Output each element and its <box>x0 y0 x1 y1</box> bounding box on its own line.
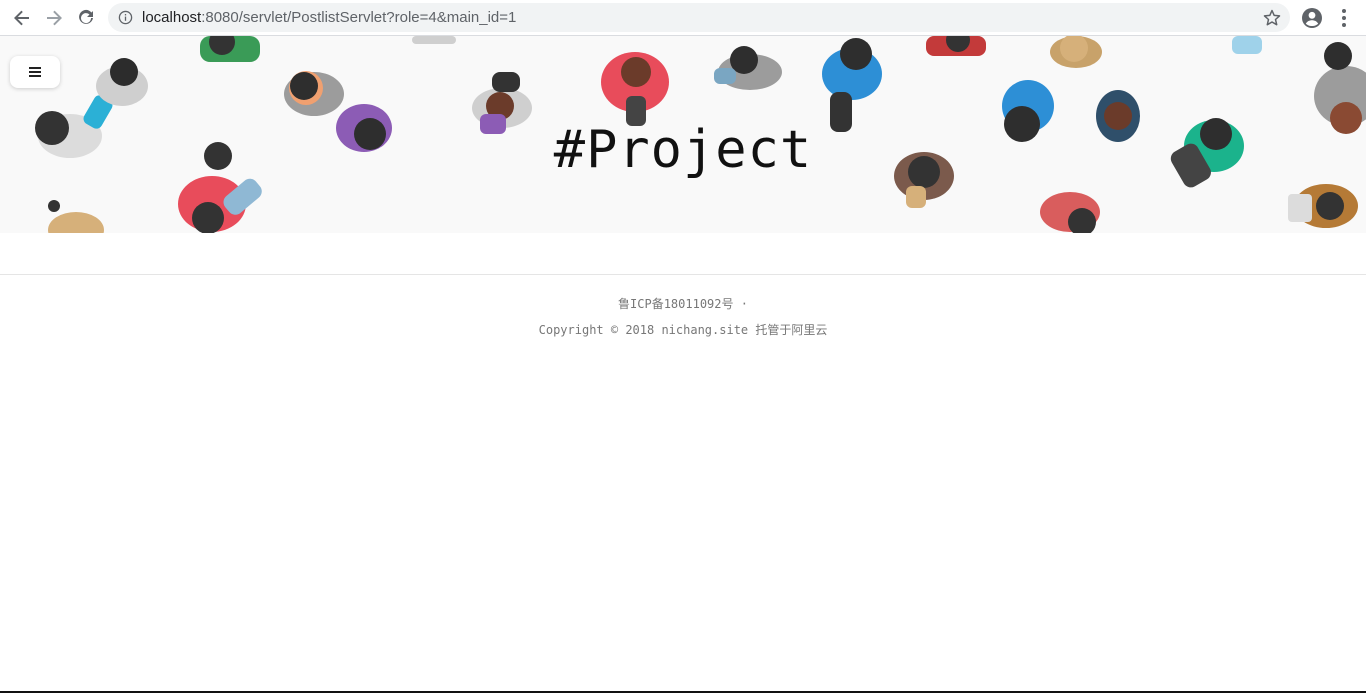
figure-8 <box>714 46 782 90</box>
hamburger-icon <box>29 67 41 77</box>
url-host: localhost <box>142 9 202 26</box>
info-icon[interactable] <box>118 10 133 25</box>
hero-banner: #Project <box>0 36 1366 233</box>
figure-18 <box>1288 184 1358 228</box>
browser-toolbar: localhost:8080/servlet/PostlistServlet?r… <box>0 0 1366 36</box>
star-icon[interactable] <box>1262 8 1282 28</box>
more-vert-icon[interactable] <box>1336 7 1352 29</box>
footer-divider <box>0 274 1366 275</box>
figure-7 <box>601 52 669 126</box>
figure-10 <box>926 36 986 56</box>
icp-license-text: 鲁ICP备18011092号 · <box>618 297 748 311</box>
reload-icon <box>79 9 93 24</box>
figure-3 <box>200 36 260 62</box>
figure-2 <box>96 58 148 106</box>
url-path: :8080/servlet/PostlistServlet?role=4&mai… <box>201 9 517 26</box>
figure-22 <box>412 36 456 44</box>
page-title: #Project <box>553 120 813 180</box>
arrow-right-icon <box>47 10 62 26</box>
copyright-text: Copyright © 2018 nichang.site 托管于阿里云 <box>538 323 828 337</box>
figure-21 <box>1232 36 1262 54</box>
figure-20 <box>48 200 104 233</box>
url-text[interactable]: localhost:8080/servlet/PostlistServlet?r… <box>142 9 516 26</box>
back-button[interactable] <box>10 6 34 30</box>
menu-toggle-button[interactable] <box>10 56 60 88</box>
figure-16 <box>1040 192 1100 233</box>
figure-9 <box>822 38 882 132</box>
reload-button[interactable] <box>74 6 98 30</box>
figure-13 <box>1050 36 1102 68</box>
figure-4 <box>284 71 344 116</box>
address-bar[interactable]: localhost:8080/servlet/PostlistServlet?r… <box>108 3 1290 32</box>
arrow-left-icon <box>14 10 29 26</box>
account-circle-icon[interactable] <box>1301 7 1323 29</box>
forward-button[interactable] <box>42 6 66 30</box>
